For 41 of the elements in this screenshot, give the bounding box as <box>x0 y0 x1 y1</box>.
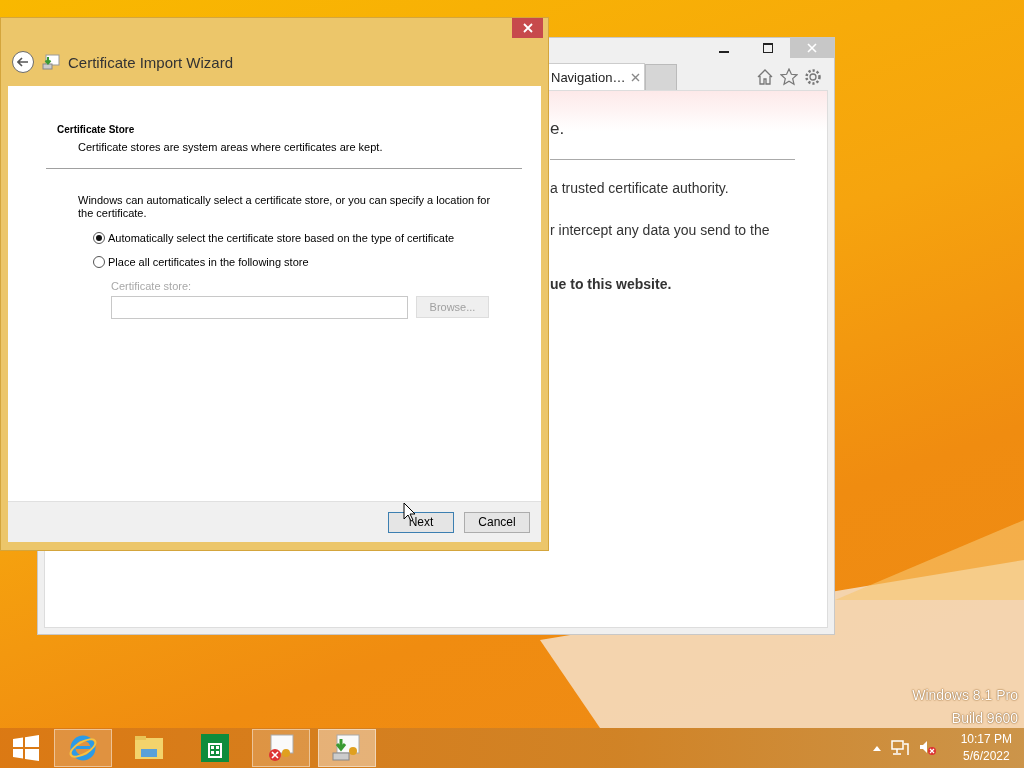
window-title: Certificate Import Wizard <box>68 53 234 71</box>
radio-label[interactable]: Place all certificates in the following store <box>108 256 309 268</box>
windows-logo-icon <box>13 735 39 761</box>
caret-icon[interactable] <box>872 745 881 751</box>
page-heading: e. <box>550 119 566 139</box>
star-icon[interactable] <box>780 68 798 86</box>
home-icon[interactable] <box>756 68 774 86</box>
radio-label[interactable]: Automatically select the certificate store based on the type of certificate <box>108 232 455 244</box>
certificate-import-icon <box>42 54 60 70</box>
radio-button[interactable] <box>93 232 105 244</box>
taskbar-app-button[interactable] <box>318 729 376 767</box>
shopping-bag-icon <box>200 733 230 763</box>
clock-time: 10:17 PM <box>960 731 1012 748</box>
network-icon[interactable] <box>890 740 909 756</box>
certificate-import-icon <box>331 733 363 763</box>
os-watermark-text: Windows 8.1 Pro <box>912 686 1018 705</box>
close-icon[interactable] <box>631 72 641 82</box>
muted-speaker-icon[interactable] <box>918 740 937 756</box>
section-description: Certificate stores are system areas where certificates are kept. <box>78 141 384 153</box>
os-watermark-text: Build 9600 <box>950 709 1018 728</box>
field-label: Certificate store: <box>111 280 193 292</box>
section-title: Certificate Store <box>57 124 136 135</box>
back-button[interactable] <box>12 51 34 73</box>
back-arrow-icon <box>17 57 29 67</box>
maximize-icon <box>763 43 773 53</box>
browser-tab[interactable]: Navigation… <box>548 63 646 90</box>
page-text: r intercept any data you send to the <box>550 222 771 238</box>
minimize-icon <box>719 51 729 53</box>
settings-icon[interactable] <box>804 68 822 86</box>
close-icon <box>807 43 817 53</box>
radio-button[interactable] <box>93 256 105 268</box>
cancel-button[interactable]: Cancel <box>464 511 530 533</box>
browser-icon <box>68 733 98 763</box>
clock-date: 5/6/2022 <box>962 748 1010 765</box>
folder-icon <box>134 735 164 761</box>
taskbar-app-button[interactable] <box>252 729 310 767</box>
close-button[interactable] <box>512 18 543 38</box>
close-icon <box>522 23 533 33</box>
page-text: a trusted certificate authority. <box>550 180 730 196</box>
instruction-text: Windows can automatically select a certificate store, or you can specify a location for the certificate. <box>78 194 492 220</box>
page-text: ue to this website. <box>550 276 673 292</box>
